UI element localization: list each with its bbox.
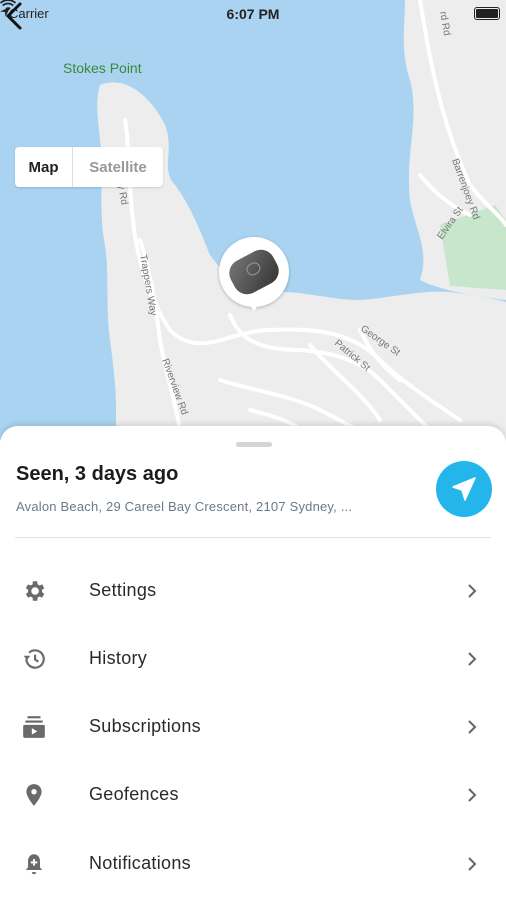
menu-item-label: History bbox=[89, 648, 148, 668]
menu-item-label: Subscriptions bbox=[89, 716, 201, 736]
menu-item-label: Notifications bbox=[89, 853, 191, 873]
device-location-pin[interactable] bbox=[219, 237, 289, 311]
status-bar: Carrier 6:07 PM bbox=[0, 0, 506, 28]
map-place-label: Stokes Point bbox=[63, 60, 142, 76]
menu-item-notifications[interactable]: Notifications bbox=[0, 834, 506, 894]
menu-item-subscriptions[interactable]: Subscriptions bbox=[0, 697, 506, 757]
chevron-right-icon bbox=[468, 584, 477, 598]
navigate-button[interactable] bbox=[436, 461, 492, 517]
map-view[interactable]: Barrenjoey Rd Elvira St George St Patric… bbox=[0, 0, 506, 440]
menu-item-label: Geofences bbox=[89, 784, 179, 804]
gear-icon bbox=[25, 581, 45, 601]
device-address: Avalon Beach, 29 Careel Bay Crescent, 21… bbox=[16, 499, 353, 514]
device-bottom-sheet: Seen, 3 days ago Avalon Beach, 29 Careel… bbox=[0, 426, 506, 900]
menu-item-settings[interactable]: Settings bbox=[0, 561, 506, 621]
drag-handle[interactable] bbox=[236, 442, 272, 447]
notification-add-icon bbox=[25, 854, 43, 875]
map-type-toggle[interactable]: Map Satellite bbox=[15, 147, 163, 187]
tracker-device-icon bbox=[224, 244, 284, 300]
satellite-toggle-button[interactable]: Satellite bbox=[73, 147, 163, 187]
chevron-right-icon bbox=[468, 857, 477, 871]
menu-item-label: Settings bbox=[89, 580, 157, 600]
back-chevron-icon[interactable] bbox=[0, 0, 30, 32]
status-time: 6:07 PM bbox=[226, 6, 280, 22]
subscriptions-icon bbox=[23, 716, 45, 738]
divider bbox=[15, 537, 491, 538]
chevron-right-icon bbox=[468, 720, 477, 734]
location-pin-icon bbox=[26, 784, 42, 806]
chevron-right-icon bbox=[468, 652, 477, 666]
last-seen-title: Seen, 3 days ago bbox=[16, 463, 179, 485]
chevron-right-icon bbox=[468, 788, 477, 802]
history-icon bbox=[23, 649, 45, 669]
menu-item-geofences[interactable]: Geofences bbox=[0, 765, 506, 825]
navigation-arrow-icon bbox=[452, 477, 476, 501]
menu-item-history[interactable]: History bbox=[0, 629, 506, 689]
battery-icon bbox=[474, 7, 500, 20]
map-toggle-button[interactable]: Map bbox=[15, 147, 73, 187]
